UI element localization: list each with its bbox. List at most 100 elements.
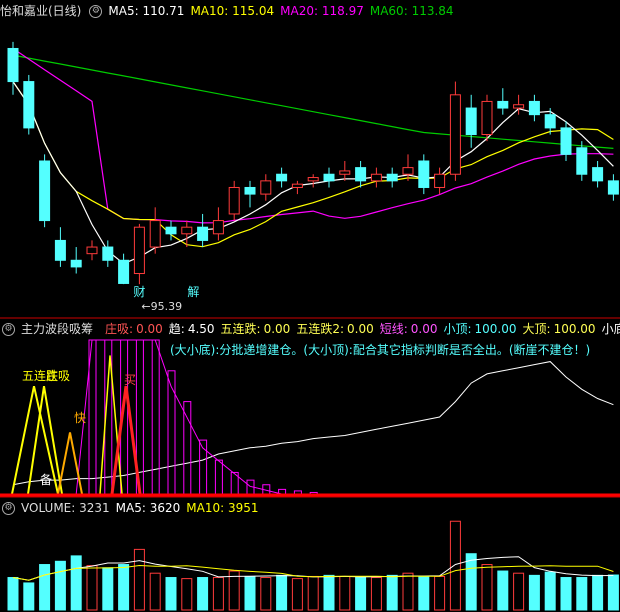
chart-canvas: ←95.39财解 五连跌庄吸快买备 bbox=[0, 41, 620, 611]
ma60-value: 113.84 bbox=[411, 4, 454, 18]
candle-up bbox=[370, 173, 382, 182]
settings-gear-icon[interactable]: ⚙ bbox=[2, 323, 15, 336]
trend-line bbox=[12, 361, 614, 486]
ma20-label: MA20: bbox=[280, 4, 319, 18]
wulian-signal bbox=[99, 355, 123, 495]
candle-up bbox=[181, 226, 193, 235]
ma5-label: MA5: bbox=[108, 4, 139, 18]
settings-gear-icon[interactable]: ⚙ bbox=[2, 502, 15, 515]
candle-up bbox=[307, 177, 319, 182]
candle-up bbox=[133, 226, 145, 275]
volume-bar-down bbox=[165, 577, 177, 611]
indicator-item: 小底: bbox=[601, 322, 620, 336]
volume-bar-up bbox=[481, 564, 493, 611]
kuai-signal bbox=[57, 432, 83, 495]
indicator-item: 趋: bbox=[168, 322, 185, 336]
volume-value: 3231 bbox=[79, 501, 110, 515]
vol-ma5-legend: MA5: 3620 bbox=[116, 501, 181, 515]
candle-down bbox=[497, 100, 509, 109]
candle-down bbox=[7, 47, 19, 83]
indicator-panel: 五连跌庄吸快买备 bbox=[0, 339, 620, 497]
zhuangxi-label: 庄吸 bbox=[46, 368, 70, 383]
volume-bar-down bbox=[244, 575, 256, 611]
volume-bar-up bbox=[133, 548, 145, 611]
candle-down bbox=[54, 239, 66, 261]
ma5-legend: MA5: 110.71 bbox=[108, 4, 184, 18]
zhuangxi-bar bbox=[151, 339, 160, 495]
candle-up bbox=[86, 246, 98, 255]
candle-up bbox=[481, 100, 493, 136]
candle-up bbox=[402, 167, 414, 175]
volume-bar-down bbox=[497, 570, 509, 611]
volume-bar-down bbox=[118, 564, 130, 611]
ma5-line bbox=[12, 81, 614, 265]
candle-down bbox=[165, 226, 177, 235]
vol-ma10-label: MA10: bbox=[186, 501, 225, 515]
buy-label: 买 bbox=[124, 373, 136, 387]
zhuangxi-bar bbox=[214, 459, 223, 495]
low-price-label: ←95.39 bbox=[141, 300, 182, 313]
candle-down bbox=[528, 100, 540, 116]
volume-bar-down bbox=[102, 567, 114, 611]
candle-down bbox=[70, 259, 82, 268]
volume-bar-up bbox=[307, 575, 319, 611]
indicator-item: 庄吸: bbox=[105, 322, 134, 336]
indicator-header: ⚙ 主力波段吸筹 庄吸: 0.00 趋: 4.50 五连跌: 0.00 五连跌2: 0.00 短线:… bbox=[0, 320, 620, 338]
volume-bar-down bbox=[607, 574, 619, 611]
kuai-label: 快 bbox=[74, 411, 86, 425]
ma10-label: MA10: bbox=[190, 4, 229, 18]
volume-bar-up bbox=[260, 577, 272, 611]
volume-bar-up bbox=[212, 577, 224, 611]
volume-header: ⚙ VOLUME: 3231 MA5: 3620 MA10: 3951 bbox=[0, 499, 620, 517]
indicator-item-value: 100.00 bbox=[553, 322, 596, 336]
indicator-item-value: 0.00 bbox=[136, 322, 163, 336]
indicator-item-value: 0.00 bbox=[263, 322, 291, 336]
volume-bar-down bbox=[592, 574, 604, 611]
candle-up bbox=[449, 94, 461, 175]
volume-bar-up bbox=[149, 572, 161, 611]
candle-down bbox=[576, 147, 588, 175]
volume-bar-up bbox=[370, 577, 382, 611]
volume-bar-up bbox=[513, 572, 525, 611]
zhuangxi-bar bbox=[183, 401, 192, 495]
indicator-note: (大小底):分批递增建仓。(大小顶):配合其它指标判断是否全出。(断崖不建仓！) bbox=[170, 343, 591, 357]
ma20-value: 118.97 bbox=[321, 4, 364, 18]
candle-up bbox=[212, 220, 224, 235]
candle-down bbox=[465, 107, 477, 136]
candle-down bbox=[560, 127, 572, 155]
candle-up bbox=[149, 220, 161, 248]
zhuangxi-line bbox=[75, 339, 282, 495]
ma60-label: MA60: bbox=[369, 4, 408, 18]
volume-bar-up bbox=[291, 578, 303, 611]
candle-down bbox=[23, 81, 35, 129]
candle-down bbox=[418, 160, 430, 188]
candle-up bbox=[291, 183, 303, 188]
candle-down bbox=[592, 167, 604, 182]
indicator-values: 庄吸: 0.00 趋: 4.50 五连跌: 0.00 五连跌2: 0.00 短线: 0.00 小顶:… bbox=[99, 322, 620, 336]
volume-bar-up bbox=[339, 575, 351, 611]
volume-bar-down bbox=[355, 577, 367, 611]
candle-up bbox=[260, 180, 272, 195]
indicator-item: 五连跌2: bbox=[296, 322, 344, 336]
vol-ma5-value: 3620 bbox=[149, 501, 181, 515]
indicator-item: 小顶: bbox=[443, 322, 472, 336]
volume-bar-up bbox=[402, 572, 414, 611]
volume-bar-up bbox=[86, 565, 98, 611]
volume-bar-down bbox=[386, 574, 398, 611]
candle-down bbox=[386, 173, 398, 182]
volume-bar-down bbox=[528, 574, 540, 611]
volume-bar-down bbox=[544, 571, 556, 611]
candle-up bbox=[434, 173, 446, 188]
candle-down bbox=[118, 259, 130, 284]
mark-cai: 财 bbox=[133, 285, 145, 299]
ma60-line bbox=[12, 54, 614, 149]
indicator-item: 五连跌: bbox=[220, 322, 261, 336]
settings-gear-icon[interactable]: ⚙ bbox=[89, 5, 103, 18]
vol-ma10-value: 3951 bbox=[228, 501, 259, 515]
indicator-title: 主力波段吸筹 bbox=[21, 322, 94, 336]
mark-jie: 解 bbox=[187, 285, 199, 299]
indicator-item: 短线: bbox=[379, 322, 408, 336]
candle-down bbox=[102, 246, 114, 261]
price-title: 怡和嘉业(日线) bbox=[0, 4, 82, 18]
price-header: 怡和嘉业(日线) ⚙ MA5: 110.71 MA10: 115.04 MA20: 11… bbox=[0, 2, 620, 20]
